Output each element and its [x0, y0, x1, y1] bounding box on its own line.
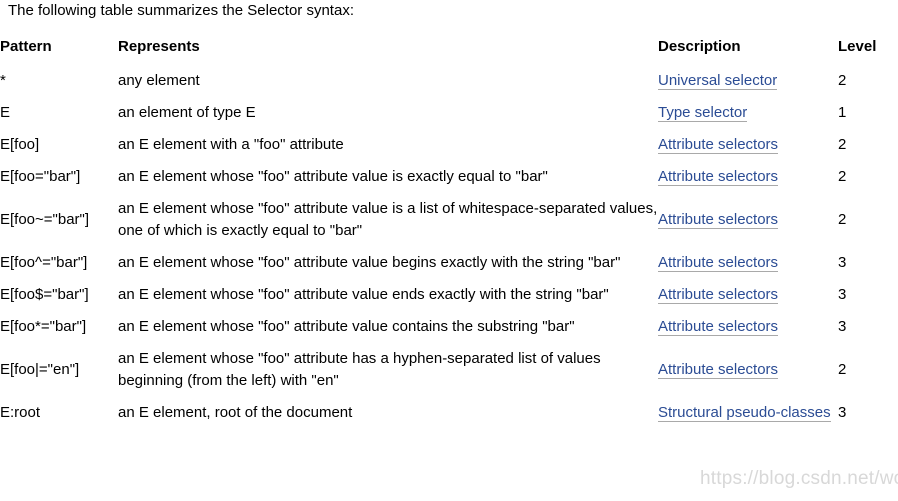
description-link[interactable]: Type selector	[658, 104, 748, 122]
cell-pattern: E:root	[0, 404, 41, 421]
cell-description: Universal selector	[658, 65, 838, 97]
cell-pattern: E[foo^="bar"]	[0, 254, 88, 271]
table-row: E[foo] an E element with a "foo" attribut…	[0, 129, 898, 161]
table-row: E[foo$="bar"] an E element whose "foo" at…	[0, 279, 898, 311]
cell-pattern: E	[0, 104, 11, 121]
description-link[interactable]: Attribute selectors	[658, 211, 779, 229]
column-header-description: Description	[658, 38, 741, 55]
column-header-level: Level	[838, 38, 877, 55]
description-link[interactable]: Attribute selectors	[658, 318, 779, 336]
cell-level: 2	[838, 211, 847, 228]
cell-description: Attribute selectors	[658, 193, 838, 247]
table-row: E[foo|="en"] an E element whose "foo" att…	[0, 343, 898, 397]
table-body: * any element Universal selector 2 Ean eleme…	[0, 65, 898, 429]
cell-description: Attribute selectors	[658, 247, 838, 279]
cell-level: 2	[838, 168, 847, 185]
cell-pattern: E[foo]	[0, 136, 40, 153]
cell-represents: an element of type E	[118, 104, 256, 121]
cell-represents: an E element whose "foo" attribute has a…	[118, 350, 601, 389]
cell-level: 1	[838, 104, 847, 121]
cell-pattern: E[foo~="bar"]	[0, 211, 90, 228]
page-root: The following table summarizes the Selec…	[0, 0, 898, 501]
intro-text: The following table summarizes the Selec…	[8, 2, 354, 19]
cell-description: Attribute selectors	[658, 343, 838, 397]
cell-description: Structural pseudo-classes	[658, 397, 838, 429]
cell-description: Attribute selectors	[658, 129, 838, 161]
cell-level: 2	[838, 361, 847, 378]
cell-represents: an E element whose "foo" attribute value…	[118, 254, 621, 271]
selector-syntax-table: Pattern Represents Description Level * an…	[0, 38, 898, 429]
cell-level: 3	[838, 286, 847, 303]
cell-level: 3	[838, 318, 847, 335]
cell-level: 3	[838, 254, 847, 271]
column-header-pattern: Pattern	[0, 38, 52, 55]
table-row: Ean element of type E Type selector 1	[0, 97, 898, 129]
description-link[interactable]: Universal selector	[658, 72, 778, 90]
cell-level: 2	[838, 136, 847, 153]
description-link[interactable]: Structural pseudo-classes	[658, 404, 831, 422]
cell-represents: an E element whose "foo" attribute value…	[118, 286, 609, 303]
cell-represents: an E element with a "foo" attribute	[118, 136, 344, 153]
cell-pattern: E[foo$="bar"]	[0, 286, 89, 303]
cell-represents: an E element whose "foo" attribute value…	[118, 168, 548, 185]
cell-description: Attribute selectors	[658, 311, 838, 343]
cell-represents: an E element whose "foo" attribute value…	[118, 318, 575, 335]
cell-description: Attribute selectors	[658, 279, 838, 311]
description-link[interactable]: Attribute selectors	[658, 254, 779, 272]
cell-level: 2	[838, 72, 847, 89]
cell-represents: an E element, root of the document	[118, 404, 353, 421]
table-row: E[foo*="bar"] an E element whose "foo" at…	[0, 311, 898, 343]
cell-represents: any element	[118, 72, 200, 89]
table-header: Pattern Represents Description Level	[0, 38, 898, 65]
cell-represents: an E element whose "foo" attribute value…	[118, 200, 658, 239]
cell-pattern: E[foo|="en"]	[0, 361, 80, 378]
description-link[interactable]: Attribute selectors	[658, 361, 779, 379]
watermark: https://blog.csdn.net/wo_sxn	[700, 468, 898, 489]
cell-description: Type selector	[658, 97, 838, 129]
table-row: * any element Universal selector 2	[0, 65, 898, 97]
cell-description: Attribute selectors	[658, 161, 838, 193]
description-link[interactable]: Attribute selectors	[658, 286, 779, 304]
table-row: E[foo^="bar"] an E element whose "foo" at…	[0, 247, 898, 279]
table-row: E:root an E element, root of the document…	[0, 397, 898, 429]
cell-level: 3	[838, 404, 847, 421]
table-row: E[foo~="bar"] an E element whose "foo" at…	[0, 193, 898, 247]
column-header-represents: Represents	[118, 38, 200, 55]
cell-pattern: E[foo="bar"]	[0, 168, 81, 185]
description-link[interactable]: Attribute selectors	[658, 136, 779, 154]
table-row: E[foo="bar"] an E element whose "foo" att…	[0, 161, 898, 193]
cell-pattern: *	[0, 72, 6, 89]
description-link[interactable]: Attribute selectors	[658, 168, 779, 186]
cell-pattern: E[foo*="bar"]	[0, 318, 87, 335]
table-header-row: Pattern Represents Description Level	[0, 38, 898, 65]
